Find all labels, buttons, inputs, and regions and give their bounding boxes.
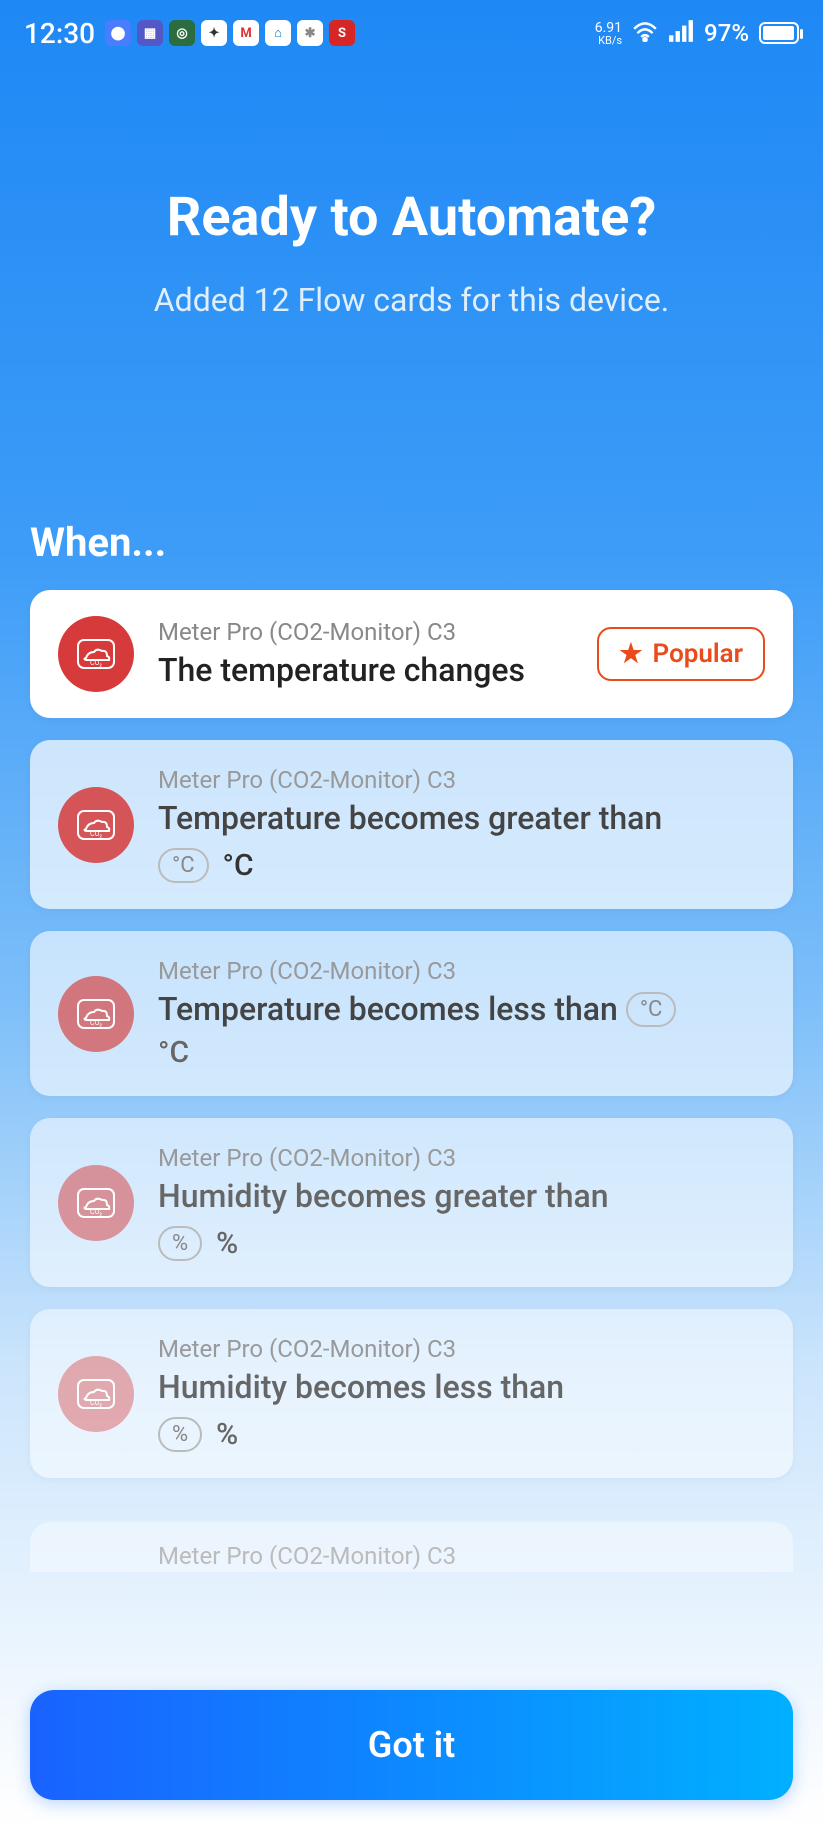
flow-cards-list: CO₂ Meter Pro (CO2-Monitor) C3 The tempe…	[0, 590, 823, 1572]
co2-sensor-icon: CO₂	[58, 1165, 134, 1241]
unit-chip-percent[interactable]: %	[158, 1417, 202, 1452]
app-icon: ✱	[297, 20, 323, 46]
unit-chip-celsius[interactable]: °C	[626, 992, 677, 1027]
card-content: Meter Pro (CO2-Monitor) C3 The temperatu…	[158, 618, 573, 690]
device-name: Meter Pro (CO2-Monitor) C3	[158, 957, 765, 985]
badge-label: Popular	[653, 639, 743, 669]
device-name: Meter Pro (CO2-Monitor) C3	[158, 1542, 456, 1570]
flow-card-temperature-changes[interactable]: CO₂ Meter Pro (CO2-Monitor) C3 The tempe…	[30, 590, 793, 718]
section-heading-when: When...	[0, 519, 823, 566]
device-name: Meter Pro (CO2-Monitor) C3	[158, 1335, 765, 1363]
page-subtitle: Added 12 Flow cards for this device.	[30, 281, 793, 319]
network-speed: 6.91 KB/s	[595, 21, 622, 46]
co2-sensor-icon: CO₂	[58, 976, 134, 1052]
unit-label: %	[216, 1417, 238, 1452]
flow-card-temp-less-than[interactable]: CO₂ Meter Pro (CO2-Monitor) C3 Temperatu…	[30, 931, 793, 1096]
card-title: The temperature changes	[158, 650, 573, 690]
unit-label: °C	[158, 1035, 765, 1070]
app-icon: M	[233, 20, 259, 46]
unit-row: % %	[158, 1417, 765, 1452]
status-bar: 12:30 ⬤ ▦ ◎ ✦ M ⌂ ✱ S 6.91 KB/s 97%	[0, 0, 823, 56]
card-content: Meter Pro (CO2-Monitor) C3 Temperature b…	[158, 957, 765, 1070]
popular-badge: ★ Popular	[597, 627, 765, 681]
device-name: Meter Pro (CO2-Monitor) C3	[158, 1144, 765, 1172]
signal-icon	[668, 20, 694, 47]
svg-text:CO₂: CO₂	[90, 659, 102, 667]
svg-text:CO₂: CO₂	[90, 830, 102, 838]
battery-icon	[759, 22, 799, 44]
app-icon: ◎	[169, 20, 195, 46]
status-left: 12:30 ⬤ ▦ ◎ ✦ M ⌂ ✱ S	[24, 17, 355, 50]
card-title: Temperature becomes less than	[158, 989, 618, 1029]
page-title: Ready to Automate?	[30, 186, 793, 249]
unit-chip-percent[interactable]: %	[158, 1226, 202, 1261]
card-title: Humidity becomes less than	[158, 1367, 765, 1407]
svg-text:CO₂: CO₂	[90, 1399, 102, 1407]
co2-sensor-icon: CO₂	[58, 787, 134, 863]
app-icon: S	[329, 20, 355, 46]
unit-chip-celsius[interactable]: °C	[158, 848, 209, 883]
flow-card-humidity-greater-than[interactable]: CO₂ Meter Pro (CO2-Monitor) C3 Humidity …	[30, 1118, 793, 1287]
unit-row: °C °C	[158, 848, 765, 883]
device-name: Meter Pro (CO2-Monitor) C3	[158, 766, 765, 794]
card-content: Meter Pro (CO2-Monitor) C3 Humidity beco…	[158, 1144, 765, 1261]
wifi-icon	[632, 20, 658, 47]
got-it-button[interactable]: Got it	[30, 1690, 793, 1800]
flow-card-temp-greater-than[interactable]: CO₂ Meter Pro (CO2-Monitor) C3 Temperatu…	[30, 740, 793, 909]
svg-text:CO₂: CO₂	[90, 1019, 102, 1027]
header: Ready to Automate? Added 12 Flow cards f…	[0, 56, 823, 319]
net-speed-unit: KB/s	[595, 35, 622, 46]
app-icon: ▦	[137, 20, 163, 46]
co2-sensor-icon: CO₂	[58, 1356, 134, 1432]
app-icon: ✦	[201, 20, 227, 46]
device-name: Meter Pro (CO2-Monitor) C3	[158, 618, 573, 646]
flow-card-humidity-less-than[interactable]: CO₂ Meter Pro (CO2-Monitor) C3 Humidity …	[30, 1309, 793, 1478]
svg-text:CO₂: CO₂	[90, 1208, 102, 1216]
bottom-button-wrap: Got it	[30, 1690, 793, 1800]
status-right: 6.91 KB/s 97%	[595, 19, 799, 47]
battery-percent: 97%	[704, 19, 749, 47]
card-title: Humidity becomes greater than	[158, 1176, 765, 1216]
notification-icons: ⬤ ▦ ◎ ✦ M ⌂ ✱ S	[105, 20, 355, 46]
unit-label: %	[216, 1226, 238, 1261]
card-content: Meter Pro (CO2-Monitor) C3 Humidity beco…	[158, 1335, 765, 1452]
co2-sensor-icon: CO₂	[58, 616, 134, 692]
app-icon: ⌂	[265, 20, 291, 46]
clock: 12:30	[24, 17, 95, 50]
unit-label: °C	[223, 848, 254, 883]
unit-row: % %	[158, 1226, 765, 1261]
flow-card-partial[interactable]: Meter Pro (CO2-Monitor) C3	[30, 1522, 793, 1572]
card-title: Temperature becomes greater than	[158, 798, 765, 838]
card-content: Meter Pro (CO2-Monitor) C3 Temperature b…	[158, 766, 765, 883]
star-icon: ★	[619, 639, 642, 669]
app-icon: ⬤	[105, 20, 131, 46]
